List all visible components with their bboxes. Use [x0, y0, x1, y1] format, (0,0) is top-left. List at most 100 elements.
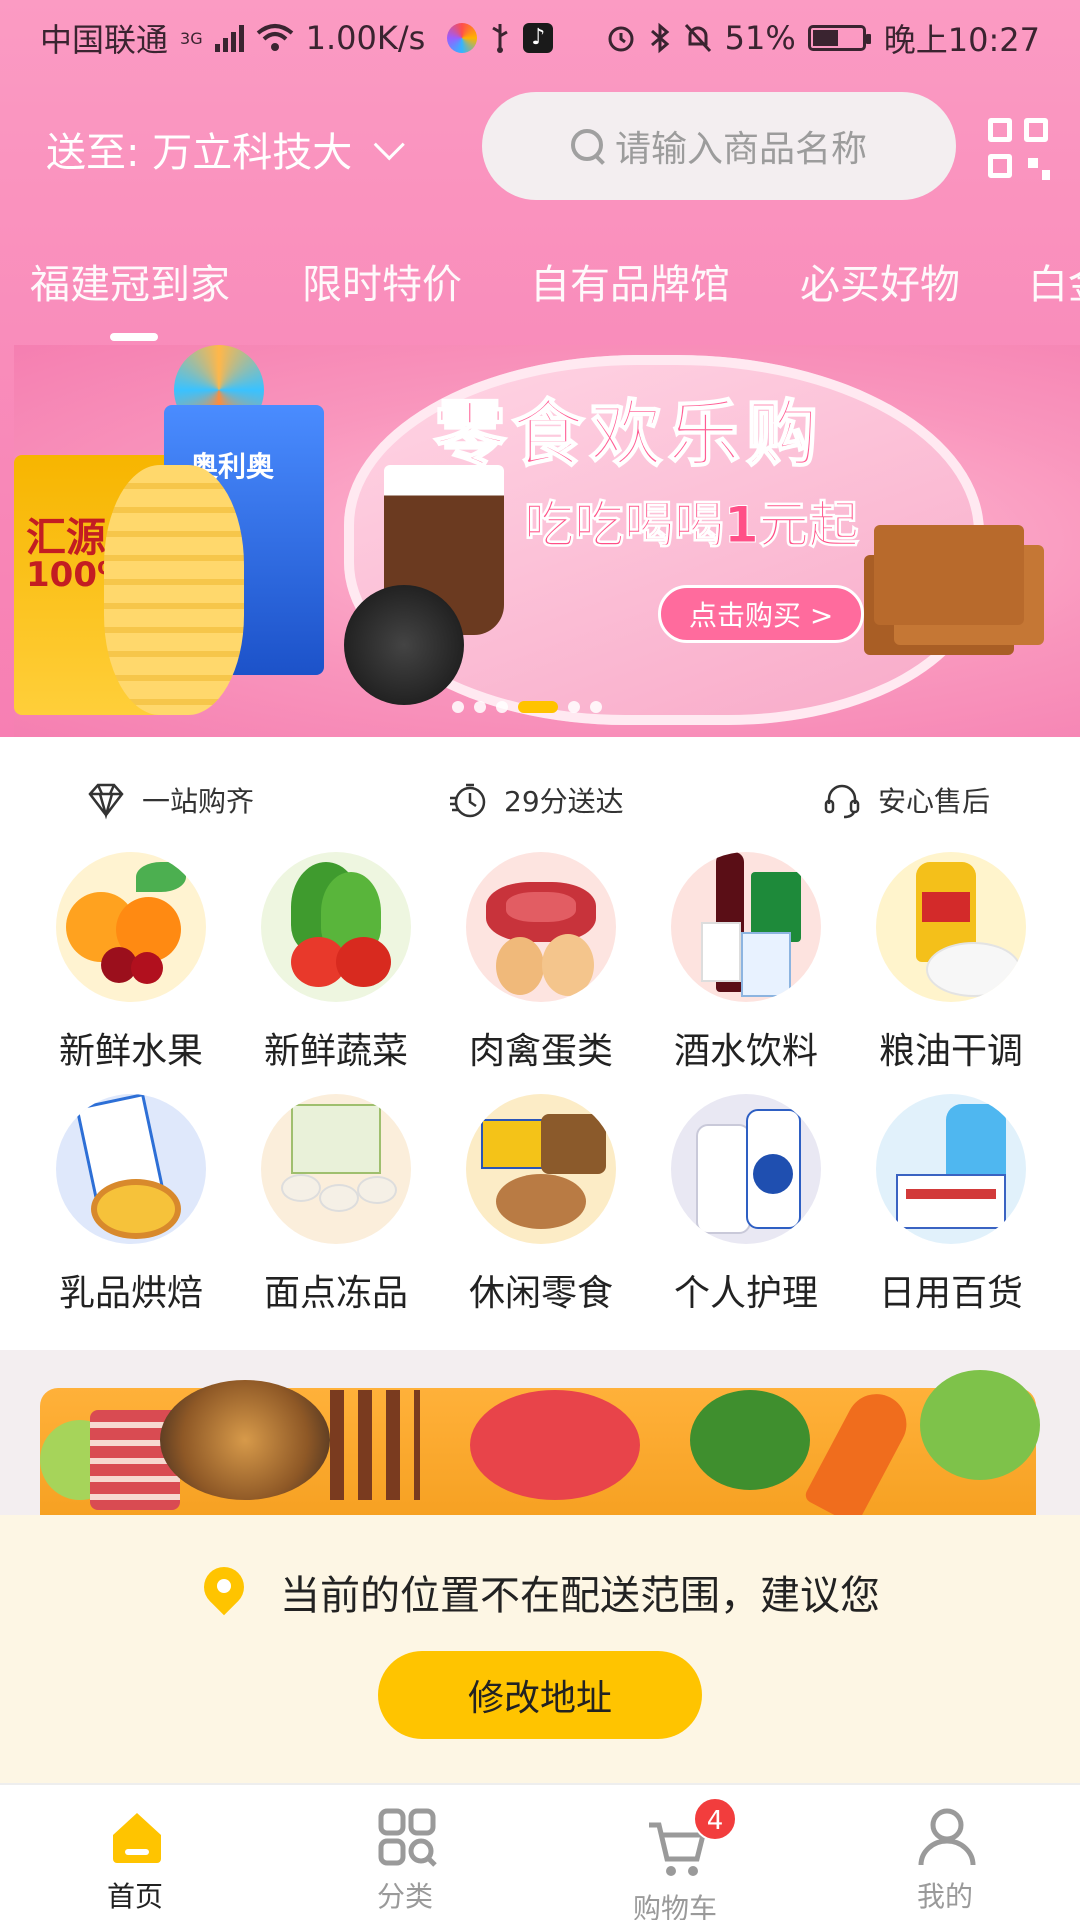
bottom-navigation: 首页 分类 4 购物车 我的 — [0, 1783, 1080, 1920]
location-pin-icon — [202, 1567, 246, 1621]
broccoli-image — [690, 1390, 810, 1490]
nav-home[interactable]: 首页 — [45, 1795, 225, 1915]
pagination-dot — [590, 701, 602, 713]
category-label: 面点冻品 — [263, 1273, 408, 1314]
category-label: 乳品烘焙 — [58, 1273, 203, 1314]
meat-egg-image — [466, 852, 616, 1002]
notice-message: 当前的位置不在配送范围，建议您 — [280, 1573, 880, 1619]
promo-banner[interactable]: 汇源 100% 奥利奥 零食欢乐购 吃吃喝喝1元起 点击购买 > — [14, 345, 1080, 737]
signal-icon — [214, 24, 244, 52]
tab-platinum[interactable]: 白金 — [1028, 252, 1080, 310]
qr-scan-icon[interactable] — [988, 118, 1050, 180]
feature-label: 一站购齐 — [142, 785, 255, 818]
category-label: 酒水饮料 — [673, 1031, 818, 1072]
battery-icon — [807, 25, 871, 51]
category-daily-goods[interactable]: 日用百货 — [846, 1094, 1046, 1314]
frozen-food-image — [261, 1094, 411, 1244]
status-bar: 中国联通 3G 1.00K/s ♪ 51% 晚上10:27 — [0, 0, 1080, 76]
diamond-icon — [88, 783, 124, 820]
pagination-dot — [452, 701, 464, 713]
category-label: 日用百货 — [878, 1273, 1023, 1314]
nav-category[interactable]: 分类 — [315, 1795, 495, 1915]
grain-oil-image — [876, 852, 1026, 1002]
category-grain-oil[interactable]: 粮油干调 — [846, 852, 1046, 1072]
nav-label: 我的 — [916, 1880, 973, 1913]
network-type-label: 3G — [180, 29, 203, 48]
category-drinks[interactable]: 酒水饮料 — [641, 852, 841, 1072]
cookie-image — [344, 585, 464, 705]
network-speed: 1.00K/s — [305, 19, 426, 57]
top-bar: 送至: 万立科技大 请输入商品名称 — [0, 90, 1080, 202]
carrier-label: 中国联通 — [40, 21, 169, 59]
feature-one-stop: 一站购齐 — [86, 780, 254, 820]
cart-count-badge: 4 — [693, 1797, 737, 1841]
hero-header: 中国联通 3G 1.00K/s ♪ 51% 晚上10:27 送至: 万立科技大 … — [0, 0, 1080, 737]
pagination-dot — [474, 701, 486, 713]
grapefruit-image — [470, 1390, 640, 1500]
daily-goods-image — [876, 1094, 1026, 1244]
tab-must-buy[interactable]: 必买好物 — [800, 252, 960, 310]
browser-app-icon — [447, 23, 478, 53]
category-icon — [378, 1808, 437, 1867]
delivery-address-selector[interactable]: 送至: 万立科技大 — [46, 120, 406, 178]
category-label: 个人护理 — [673, 1273, 818, 1314]
category-dairy-bakery[interactable]: 乳品烘焙 — [26, 1094, 226, 1314]
personal-care-image — [671, 1094, 821, 1244]
usb-icon — [492, 24, 509, 53]
snacks-image — [466, 1094, 616, 1244]
search-icon — [570, 129, 605, 163]
food-promo-strip[interactable] — [0, 1350, 1080, 1515]
category-meat-eggs[interactable]: 肉禽蛋类 — [436, 852, 636, 1072]
category-label: 肉禽蛋类 — [468, 1031, 613, 1072]
drinks-image — [671, 852, 821, 1002]
category-label: 休闲零食 — [468, 1273, 613, 1314]
tab-own-brand[interactable]: 自有品牌馆 — [530, 252, 730, 310]
feature-label: 安心售后 — [878, 785, 991, 818]
brown-sugar-candy-image — [874, 525, 1024, 625]
feature-label: 29分送达 — [504, 785, 624, 818]
category-personal-care[interactable]: 个人护理 — [641, 1094, 841, 1314]
wifi-icon — [256, 24, 293, 51]
feature-after-sales: 安心售后 — [822, 780, 990, 820]
nav-label: 分类 — [376, 1880, 433, 1913]
pagination-dot — [496, 701, 508, 713]
fruit-image — [56, 852, 206, 1002]
clock-time: 晚上10:27 — [883, 21, 1040, 59]
category-label: 新鲜水果 — [58, 1031, 203, 1072]
banner-buy-button[interactable]: 点击购买 > — [658, 585, 865, 643]
service-features: 一站购齐 29分送达 安心售后 — [0, 780, 1080, 830]
category-frozen-food[interactable]: 面点冻品 — [231, 1094, 431, 1314]
nav-cart[interactable]: 4 购物车 — [585, 1795, 765, 1920]
tab-fujian[interactable]: 福建冠到家 — [30, 252, 230, 310]
headset-icon — [824, 784, 860, 819]
address-text: 送至: 万立科技大 — [46, 130, 353, 176]
category-snacks[interactable]: 休闲零食 — [436, 1094, 636, 1314]
bluetooth-icon — [650, 22, 669, 54]
category-fresh-fruit[interactable]: 新鲜水果 — [26, 852, 226, 1072]
nav-label: 首页 — [106, 1880, 163, 1913]
search-input[interactable]: 请输入商品名称 — [482, 92, 956, 200]
home-icon — [113, 1813, 161, 1863]
chips-image — [104, 465, 244, 715]
stopwatch-icon — [450, 783, 486, 818]
mute-bell-icon — [684, 23, 711, 53]
battery-percent: 51% — [724, 19, 796, 57]
tiktok-app-icon: ♪ — [523, 23, 554, 53]
banner-headline: 零食欢乐购 — [433, 391, 825, 477]
tab-flash-sale[interactable]: 限时特价 — [302, 252, 462, 310]
pagination-dot — [568, 701, 580, 713]
lettuce-image — [920, 1370, 1040, 1480]
alarm-icon — [608, 26, 634, 52]
dairy-bakery-image — [56, 1094, 206, 1244]
change-address-button[interactable]: 修改地址 — [378, 1651, 702, 1739]
category-fresh-vegetables[interactable]: 新鲜蔬菜 — [231, 852, 431, 1072]
vegetable-image — [261, 852, 411, 1002]
nav-label: 购物车 — [632, 1892, 717, 1920]
banner-pagination — [452, 701, 602, 713]
noodle-bowl-image — [160, 1380, 330, 1500]
banner-subline: 吃吃喝喝1元起 — [524, 496, 860, 555]
nav-profile[interactable]: 我的 — [855, 1795, 1035, 1915]
chevron-down-icon — [373, 129, 406, 161]
user-icon — [918, 1808, 976, 1866]
channel-tabs: 福建冠到家 限时特价 自有品牌馆 必买好物 白金 — [0, 252, 1080, 332]
